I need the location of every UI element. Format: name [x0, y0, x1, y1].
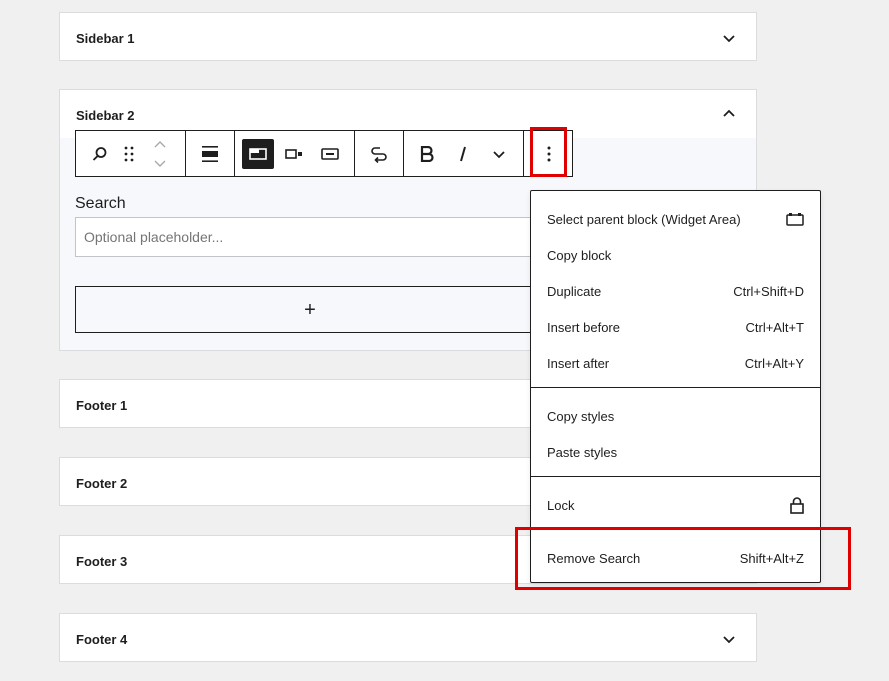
menu-item-label: Copy styles	[547, 408, 615, 424]
panel-title: Sidebar 1	[76, 31, 135, 46]
menu-item-insert-before[interactable]: Insert before Ctrl+Alt+T	[531, 309, 820, 345]
menu-item-label: Select parent block (Widget Area)	[547, 211, 741, 227]
panel-title: Footer 4	[76, 632, 128, 647]
search-block-icon[interactable]	[85, 139, 115, 169]
menu-item-shortcut: Ctrl+Alt+T	[745, 319, 804, 335]
menu-item-label: Copy block	[547, 247, 612, 263]
move-up-down-icon[interactable]	[146, 139, 174, 169]
menu-item-shortcut: Shift+Alt+Z	[739, 550, 804, 566]
chevron-down-icon[interactable]	[722, 31, 736, 45]
block-appender-button[interactable]: +	[75, 286, 545, 333]
panel-title: Footer 3	[76, 554, 128, 569]
menu-item-remove-search[interactable]: Remove Search Shift+Alt+Z	[531, 540, 820, 576]
search-block-label[interactable]: Search	[75, 195, 126, 213]
chevron-up-icon[interactable]	[722, 107, 736, 121]
menu-item-label: Lock	[547, 497, 575, 513]
menu-item-copy-styles[interactable]: Copy styles	[531, 398, 820, 434]
chevron-down-icon[interactable]	[484, 139, 514, 169]
menu-item-label: Insert after	[547, 355, 610, 371]
drag-handle-icon[interactable]	[116, 139, 142, 169]
menu-item-shortcut: Ctrl+Shift+D	[733, 283, 804, 299]
menu-item-label: Remove Search	[547, 550, 641, 566]
italic-icon[interactable]	[448, 139, 478, 169]
menu-item-insert-after[interactable]: Insert after Ctrl+Alt+Y	[531, 345, 820, 381]
menu-separator	[531, 387, 820, 388]
block-toolbar	[75, 130, 573, 177]
options-icon[interactable]	[534, 139, 564, 169]
lock-icon	[790, 496, 804, 514]
panel-footer-4[interactable]: Footer 4	[59, 613, 757, 662]
toolbar-group-block	[76, 131, 186, 176]
menu-item-label: Paste styles	[547, 444, 618, 460]
menu-item-label: Duplicate	[547, 283, 602, 299]
panel-title: Footer 2	[76, 476, 128, 491]
menu-item-copy-block[interactable]: Copy block	[531, 237, 820, 273]
panel-title: Footer 1	[76, 398, 128, 413]
menu-item-shortcut: Ctrl+Alt+Y	[744, 355, 804, 371]
link-icon[interactable]	[364, 139, 394, 169]
toolbar-group-align	[186, 131, 235, 176]
button-inside-icon[interactable]	[242, 139, 274, 169]
chevron-down-icon[interactable]	[722, 632, 736, 646]
plus-icon: +	[304, 298, 316, 321]
menu-item-duplicate[interactable]: Duplicate Ctrl+Shift+D	[531, 273, 820, 309]
no-button-icon[interactable]	[315, 139, 345, 169]
align-icon[interactable]	[195, 139, 225, 169]
toolbar-group-button-position	[235, 131, 355, 176]
panel-sidebar-1[interactable]: Sidebar 1	[59, 12, 757, 61]
panel-title: Sidebar 2	[76, 108, 135, 123]
toolbar-group-format	[404, 131, 524, 176]
menu-separator	[531, 476, 820, 477]
menu-item-lock[interactable]: Lock	[531, 487, 820, 523]
menu-item-select-parent[interactable]: Select parent block (Widget Area)	[531, 201, 820, 237]
search-placeholder-input[interactable]	[75, 217, 545, 257]
widget-area-icon	[786, 213, 804, 226]
toolbar-group-link	[355, 131, 404, 176]
menu-item-paste-styles[interactable]: Paste styles	[531, 434, 820, 470]
button-outside-icon[interactable]	[279, 139, 309, 169]
menu-separator	[531, 529, 820, 530]
bold-icon[interactable]	[412, 139, 442, 169]
block-options-menu: Select parent block (Widget Area) Copy b…	[530, 190, 821, 583]
menu-item-label: Insert before	[547, 319, 620, 335]
